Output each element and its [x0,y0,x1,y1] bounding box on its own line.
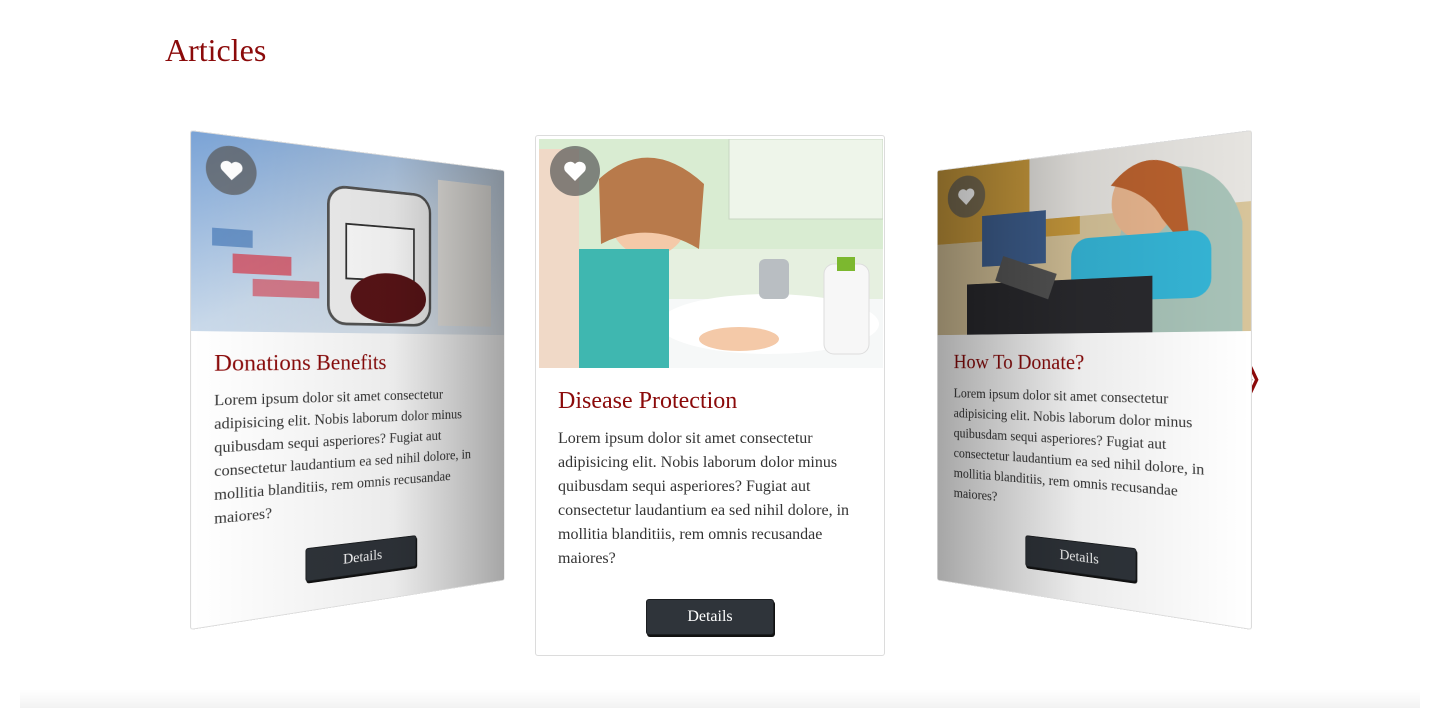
article-card-donations-benefits: Donations Benefits Lorem ipsum dolor sit… [190,130,505,630]
heart-icon [958,187,975,206]
card-title: How To Donate? [953,351,1085,375]
details-button[interactable]: Details [646,599,774,635]
donor-in-chair-image [937,131,1251,336]
card-title: Disease Protection [558,388,738,414]
card-text: Lorem ipsum dolor sit amet consectetur a… [558,430,850,567]
details-button[interactable]: Details [305,535,417,582]
article-card-disease-protection: Disease Protection Lorem ipsum dolor sit… [535,135,885,656]
card-image [536,136,884,368]
articles-page: Articles 《 》 [0,0,1440,708]
articles-carousel: 《 》 [0,0,1440,708]
article-card-how-to-donate: How To Donate? Lorem ipsum dolor sit ame… [936,130,1252,630]
card-text: Lorem ipsum dolor sit amet consectetur a… [953,386,1205,505]
favorite-button[interactable] [550,146,600,196]
card-image [191,131,504,336]
section-divider [20,690,1420,708]
heart-icon [220,160,243,182]
card-body: How To Donate? Lorem ipsum dolor sit ame… [938,331,1251,598]
card-text: Lorem ipsum dolor sit amet consectetur a… [214,387,471,528]
card-title: Donations Benefits [214,351,387,377]
heart-icon [564,161,586,181]
card-body: Donations Benefits Lorem ipsum dolor sit… [191,331,504,598]
card-body: Disease Protection Lorem ipsum dolor sit… [536,368,884,635]
card-image [937,131,1251,336]
details-button[interactable]: Details [1025,535,1137,582]
